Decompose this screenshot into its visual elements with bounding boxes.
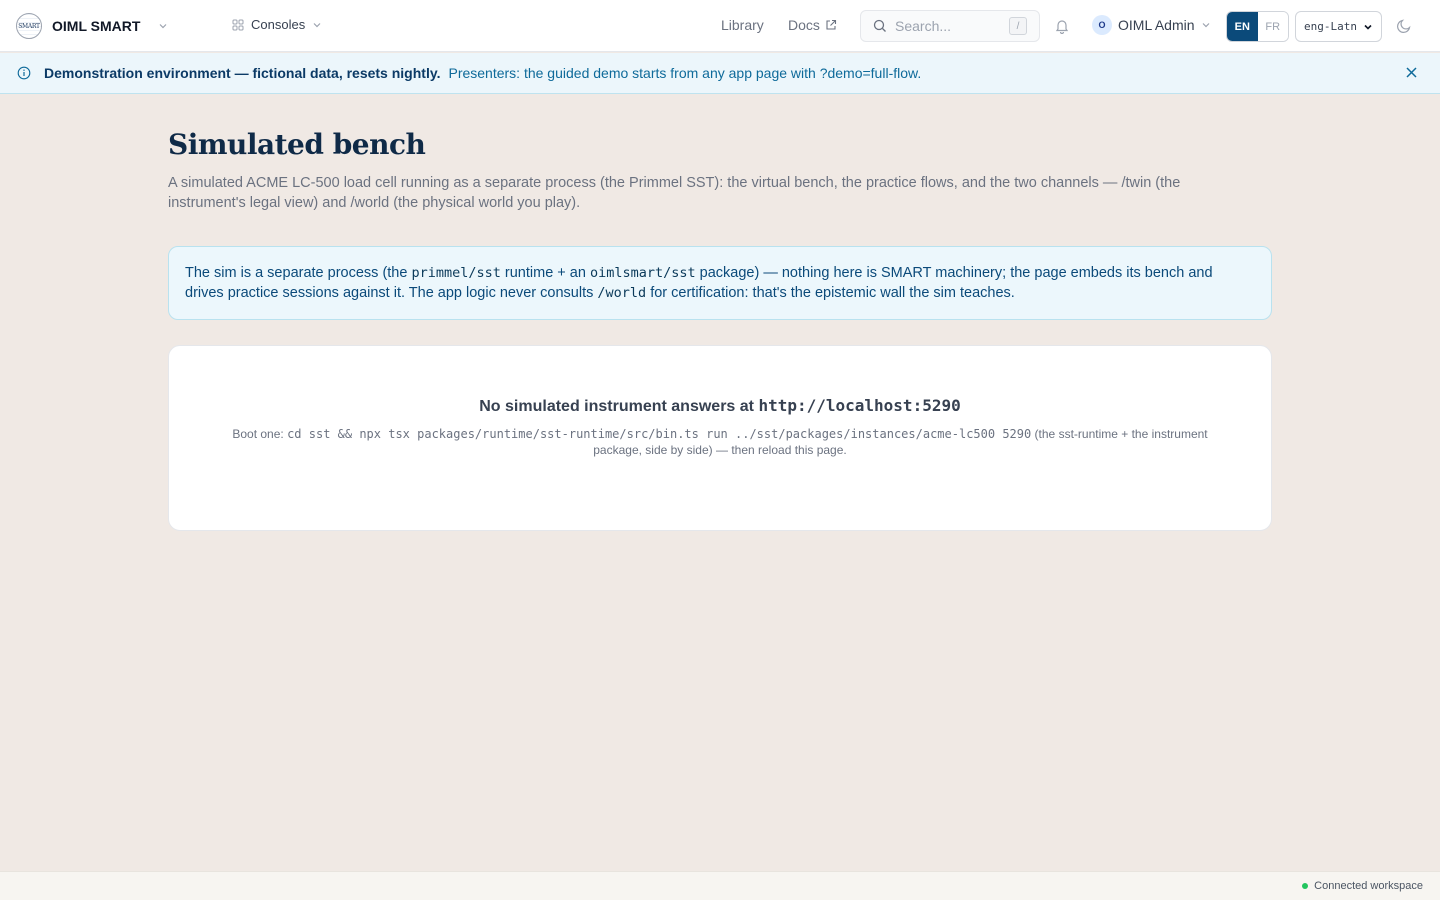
chevron-down-icon (1364, 24, 1372, 30)
info-text: The sim is a separate process (the (185, 265, 412, 281)
chevron-down-icon (313, 22, 321, 27)
script-select[interactable]: eng-Latn (1295, 11, 1382, 42)
search-icon (873, 19, 886, 32)
status-dot-icon (1302, 883, 1309, 889)
info-text: runtime + an (500, 265, 590, 281)
code-primmel-sst: primmel/sst (411, 265, 501, 281)
demo-banner: Demonstration environment — fictional da… (0, 53, 1440, 94)
avatar: O (1092, 15, 1112, 35)
lang-fr-button[interactable]: FR (1257, 12, 1288, 41)
moon-icon[interactable] (1397, 18, 1412, 33)
docs-label: Docs (788, 17, 820, 33)
page-subtitle: A simulated ACME LC-500 load cell runnin… (168, 175, 1181, 211)
code-world: /world (597, 285, 647, 301)
connection-status-label: Connected workspace (1314, 880, 1423, 892)
search-placeholder: Search... (895, 18, 952, 34)
brand-name: OIML SMART (52, 18, 141, 34)
main-content: Simulated bench A simulated ACME LC-500 … (168, 94, 1272, 531)
script-select-value: eng-Latn (1304, 20, 1357, 33)
user-name: OIML Admin (1118, 17, 1195, 33)
close-icon[interactable] (1405, 66, 1418, 79)
language-toggle: EN FR (1226, 11, 1289, 42)
chevron-down-icon[interactable] (158, 21, 168, 31)
search-input[interactable]: Search... / (860, 10, 1040, 42)
consoles-label: Consoles (251, 17, 306, 32)
status-title-text: No simulated instrument answers at (479, 398, 759, 415)
nav-library-link[interactable]: Library (721, 17, 764, 33)
bell-icon[interactable] (1055, 18, 1069, 34)
page-title: Simulated bench (168, 128, 426, 161)
grid-icon (232, 19, 244, 30)
status-url: http://localhost:5290 (758, 396, 961, 415)
user-menu[interactable]: O OIML Admin (1092, 15, 1211, 35)
status-help: Boot one: cd sst && npx tsx packages/run… (220, 426, 1220, 458)
banner-message: Presenters: the guided demo starts from … (448, 65, 922, 81)
status-title: No simulated instrument answers at http:… (169, 396, 1271, 416)
info-callout: The sim is a separate process (the primm… (168, 246, 1272, 320)
lang-en-button[interactable]: EN (1227, 12, 1258, 41)
top-bar: SMART OIML SMART Consoles Library Docs S… (0, 0, 1440, 52)
info-icon (17, 66, 31, 80)
consoles-menu[interactable]: Consoles (232, 17, 322, 32)
footer: Connected workspace (0, 871, 1440, 900)
external-link-icon (826, 19, 836, 30)
nav-docs-link[interactable]: Docs (788, 17, 837, 33)
connection-status: Connected workspace (1302, 880, 1423, 892)
code-oimlsmart-sst: oimlsmart/sst (589, 265, 696, 281)
oiml-logo-icon: SMART (16, 13, 42, 39)
search-shortcut-badge: / (1009, 17, 1027, 35)
info-text: for certification: that's the epistemic … (646, 285, 1015, 301)
help-prefix: Boot one: (232, 427, 288, 441)
simulator-status-card: No simulated instrument answers at http:… (168, 345, 1272, 531)
brand[interactable]: SMART OIML SMART (16, 13, 168, 39)
boot-command: cd sst && npx tsx packages/runtime/sst-r… (287, 427, 1032, 441)
chevron-down-icon (1202, 23, 1209, 28)
banner-title: Demonstration environment — fictional da… (44, 65, 441, 81)
